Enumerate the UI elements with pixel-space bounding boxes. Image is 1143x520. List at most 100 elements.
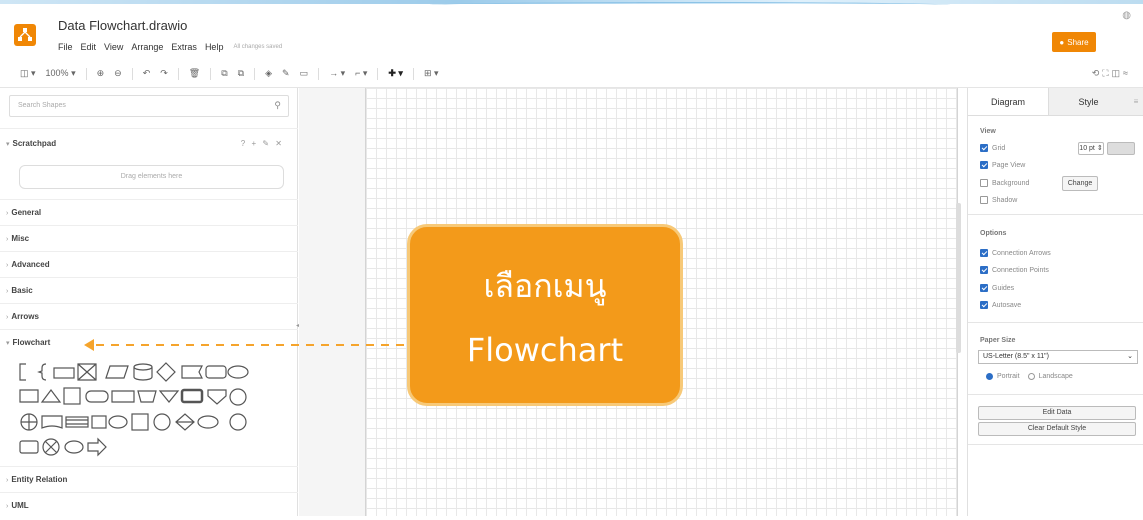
shape-predefined-process[interactable] <box>65 416 89 428</box>
to-back-icon[interactable]: ⧉ <box>238 68 244 79</box>
shape-database[interactable] <box>133 363 153 381</box>
undo-icon[interactable]: ↶ <box>143 68 151 79</box>
menu-edit[interactable]: Edit <box>81 42 97 52</box>
shape-ellipse[interactable] <box>227 365 249 379</box>
connection-points-checkbox[interactable]: Connection Points <box>980 266 1049 274</box>
connection-arrows-checkbox[interactable]: Connection Arrows <box>980 249 1051 257</box>
shape-extract[interactable] <box>40 389 62 403</box>
document-title[interactable]: Data Flowchart.drawio <box>58 18 187 33</box>
shape-preparation[interactable] <box>91 415 107 429</box>
section-general[interactable]: › General <box>0 199 298 225</box>
menu-file[interactable]: File <box>58 42 73 52</box>
grid-size-input[interactable]: 10 pt ⇕ <box>1078 142 1104 155</box>
shadow-icon[interactable]: ▭ <box>300 68 309 79</box>
redo-icon[interactable]: ↷ <box>160 68 168 79</box>
shape-start[interactable] <box>197 415 219 429</box>
table-icon[interactable]: ⊞ ▾ <box>424 68 439 79</box>
change-background-button[interactable]: Change <box>1062 176 1098 191</box>
shape-terminal[interactable] <box>64 440 84 454</box>
search-icon[interactable]: ⚲ <box>274 100 281 111</box>
page-view-checkbox[interactable]: Page View <box>980 161 1025 169</box>
language-globe-icon[interactable]: ◍ <box>1122 10 1131 21</box>
checkbox-checked[interactable] <box>980 161 988 169</box>
shape-decision[interactable] <box>156 362 176 382</box>
zoom-in-icon[interactable]: ⊕ <box>97 68 105 79</box>
shape-paper-tape[interactable] <box>41 415 63 429</box>
insert-plus-icon[interactable]: ✚ ▾ <box>388 68 403 79</box>
shape-stored-data[interactable] <box>85 390 109 403</box>
clear-default-style-button[interactable]: Clear Default Style <box>978 422 1136 436</box>
line-color-icon[interactable]: ✎ <box>282 68 290 79</box>
waypoints-icon[interactable]: ⌐ ▾ <box>355 68 367 79</box>
to-front-icon[interactable]: ⧉ <box>221 68 227 79</box>
checkbox-checked[interactable] <box>980 249 988 257</box>
section-scratchpad[interactable]: ▾ Scratchpad ? + ✎ ✕ <box>0 128 298 158</box>
shape-display[interactable] <box>181 365 203 379</box>
shape-terminator[interactable] <box>205 365 227 379</box>
shape-merge[interactable] <box>158 390 180 403</box>
shape-process[interactable] <box>53 367 75 379</box>
paper-size-select[interactable]: US-Letter (8.5" x 11") ⌄ <box>978 350 1138 364</box>
shape-offpage[interactable] <box>207 389 227 405</box>
guides-checkbox[interactable]: Guides <box>980 284 1014 292</box>
scratchpad-actions[interactable]: ? + ✎ ✕ <box>241 129 284 159</box>
shape-square[interactable] <box>131 413 149 431</box>
format-panel-toggle-icon[interactable]: ◫ ▾ <box>20 68 36 79</box>
zoom-out-icon[interactable]: ⊖ <box>114 68 122 79</box>
shape-card[interactable] <box>19 389 39 403</box>
shape-rounded[interactable] <box>108 415 128 429</box>
grid-checkbox[interactable]: Grid <box>980 144 1005 152</box>
shape-manual-input[interactable] <box>111 390 135 403</box>
shadow-checkbox[interactable]: Shadow <box>980 196 1017 204</box>
checkbox-unchecked[interactable] <box>980 179 988 187</box>
search-input[interactable]: Search Shapes ⚲ <box>9 95 289 117</box>
checkbox-checked[interactable] <box>980 284 988 292</box>
shape-storage[interactable] <box>19 440 39 454</box>
scratchpad-dropzone[interactable]: Drag elements here <box>19 165 284 189</box>
shape-internal-storage[interactable] <box>63 387 81 405</box>
fill-color-icon[interactable]: ◈ <box>265 68 272 79</box>
connection-icon[interactable]: → ▾ <box>329 68 345 79</box>
menu-help[interactable]: Help <box>205 42 224 52</box>
portrait-radio[interactable] <box>986 373 993 380</box>
checkbox-checked[interactable] <box>980 144 988 152</box>
shape-sort[interactable] <box>175 413 195 431</box>
shape-summing[interactable] <box>229 413 247 431</box>
share-button[interactable]: ● Share <box>1052 32 1096 52</box>
shape-transfer[interactable] <box>87 437 107 457</box>
section-uml[interactable]: › UML <box>0 492 298 516</box>
section-basic[interactable]: › Basic <box>0 277 298 303</box>
tab-style[interactable]: Style <box>1048 88 1128 115</box>
menu-arrange[interactable]: Arrange <box>131 42 163 52</box>
shape-data[interactable] <box>105 365 129 379</box>
panel-menu-icon[interactable]: ≡ <box>1128 88 1143 115</box>
shape-annotation[interactable] <box>19 363 26 381</box>
vertical-scrollbar[interactable] <box>956 203 961 353</box>
delete-icon[interactable]: 🗑 <box>189 68 200 79</box>
section-arrows[interactable]: › Arrows <box>0 303 298 329</box>
checkbox-unchecked[interactable] <box>980 196 988 204</box>
shape-manual-operation[interactable] <box>137 390 157 403</box>
grid-color-swatch[interactable] <box>1107 142 1135 155</box>
menu-extras[interactable]: Extras <box>171 42 197 52</box>
shape-collate[interactable] <box>77 363 97 381</box>
section-misc[interactable]: › Misc <box>0 225 298 251</box>
toolbar-right-icons[interactable]: ⟲⛶◫≈ <box>1092 68 1131 79</box>
landscape-radio[interactable] <box>1027 373 1035 380</box>
menu-view[interactable]: View <box>104 42 123 52</box>
section-label: Entity Relation <box>11 475 68 484</box>
checkbox-checked[interactable] <box>980 301 988 309</box>
shape-sequential-storage[interactable] <box>153 413 171 431</box>
tab-diagram[interactable]: Diagram <box>968 88 1048 115</box>
zoom-select[interactable]: 100% ▾ <box>46 68 76 79</box>
shape-brace[interactable] <box>37 363 47 381</box>
section-entity-relation[interactable]: › Entity Relation <box>0 466 298 492</box>
shape-multi-document[interactable] <box>180 388 204 404</box>
background-checkbox[interactable]: Background <box>980 179 1029 187</box>
checkbox-checked[interactable] <box>980 266 988 274</box>
edit-data-button[interactable]: Edit Data <box>978 406 1136 420</box>
expand-arrow-icon: › <box>6 210 9 217</box>
autosave-checkbox[interactable]: Autosave <box>980 301 1021 309</box>
shape-connector[interactable] <box>229 388 247 406</box>
section-advanced[interactable]: › Advanced <box>0 251 298 277</box>
